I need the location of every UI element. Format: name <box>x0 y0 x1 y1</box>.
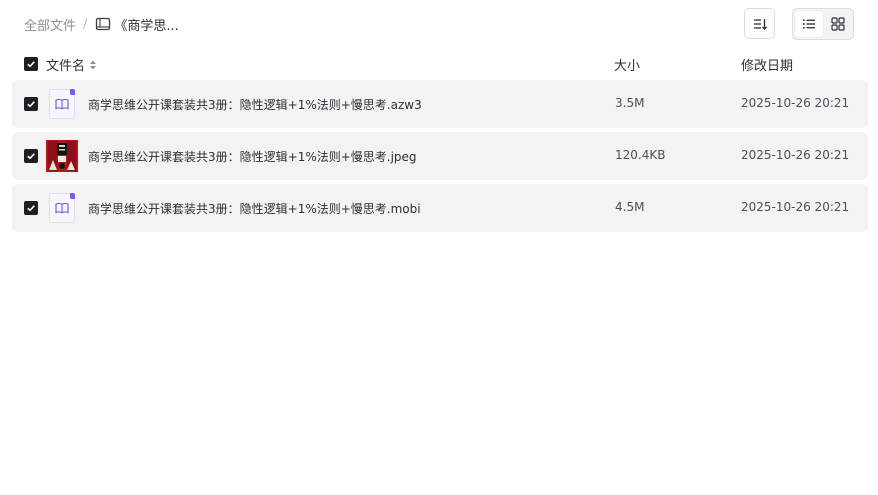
file-name: 商学思维公开课套装共3册：隐性逻辑+1%法则+慢思考.mobi <box>88 202 421 216</box>
file-size: 4.5M <box>615 200 645 214</box>
list-view-icon <box>803 19 815 29</box>
sort-descending-icon <box>753 18 767 30</box>
breadcrumb-separator: / <box>83 16 88 32</box>
column-header-size[interactable]: 大小 <box>614 55 640 74</box>
file-modified-date: 2025-10-26 20:21 <box>741 200 850 214</box>
checkbox-checked-icon <box>27 101 35 108</box>
column-header-name-label: 文件名 <box>46 59 86 74</box>
toolbar: 全部文件 / 《商学思... <box>0 0 878 48</box>
book-cover-thumbnail <box>46 140 78 172</box>
file-list: 商学思维公开课套装共3册：隐性逻辑+1%法则+慢思考.azw3 3.5M 202… <box>12 80 868 236</box>
ebook-icon <box>49 89 75 119</box>
file-thumbnail <box>48 192 76 224</box>
row-checkbox[interactable] <box>24 97 38 111</box>
checkbox-checked-icon <box>27 205 35 212</box>
grid-view-icon <box>831 17 845 31</box>
file-name: 商学思维公开课套装共3册：隐性逻辑+1%法则+慢思考.jpeg <box>88 150 417 164</box>
file-thumbnail <box>48 88 76 120</box>
select-all-checkbox[interactable] <box>24 57 38 71</box>
sort-button[interactable] <box>744 8 775 39</box>
list-view-button[interactable] <box>795 11 823 37</box>
grid-view-button[interactable] <box>824 11 852 37</box>
breadcrumb-root-link[interactable]: 全部文件 <box>24 15 76 34</box>
column-header-name[interactable]: 文件名 <box>46 55 97 74</box>
table-row[interactable]: 商学思维公开课套装共3册：隐性逻辑+1%法则+慢思考.jpeg 120.4KB … <box>12 132 868 180</box>
table-header: 文件名 大小 修改日期 <box>12 52 868 76</box>
file-thumbnail <box>46 140 78 172</box>
checkbox-checked-icon <box>27 61 35 68</box>
table-row[interactable]: 商学思维公开课套装共3册：隐性逻辑+1%法则+慢思考.mobi 4.5M 202… <box>12 184 868 232</box>
row-checkbox[interactable] <box>24 149 38 163</box>
file-modified-date: 2025-10-26 20:21 <box>741 96 850 110</box>
ebook-icon <box>49 193 75 223</box>
file-name: 商学思维公开课套装共3册：隐性逻辑+1%法则+慢思考.azw3 <box>88 98 422 112</box>
file-size: 120.4KB <box>615 148 666 162</box>
file-size: 3.5M <box>615 96 645 110</box>
file-modified-date: 2025-10-26 20:21 <box>741 148 850 162</box>
row-checkbox[interactable] <box>24 201 38 215</box>
table-row[interactable]: 商学思维公开课套装共3册：隐性逻辑+1%法则+慢思考.azw3 3.5M 202… <box>12 80 868 128</box>
column-header-modified[interactable]: 修改日期 <box>741 55 793 74</box>
breadcrumb: 全部文件 / 《商学思... <box>24 14 179 34</box>
sort-caret-icon <box>90 60 97 69</box>
breadcrumb-current: 《商学思... <box>114 18 179 34</box>
book-icon <box>96 17 111 31</box>
checkbox-checked-icon <box>27 153 35 160</box>
view-toggle <box>792 8 854 40</box>
